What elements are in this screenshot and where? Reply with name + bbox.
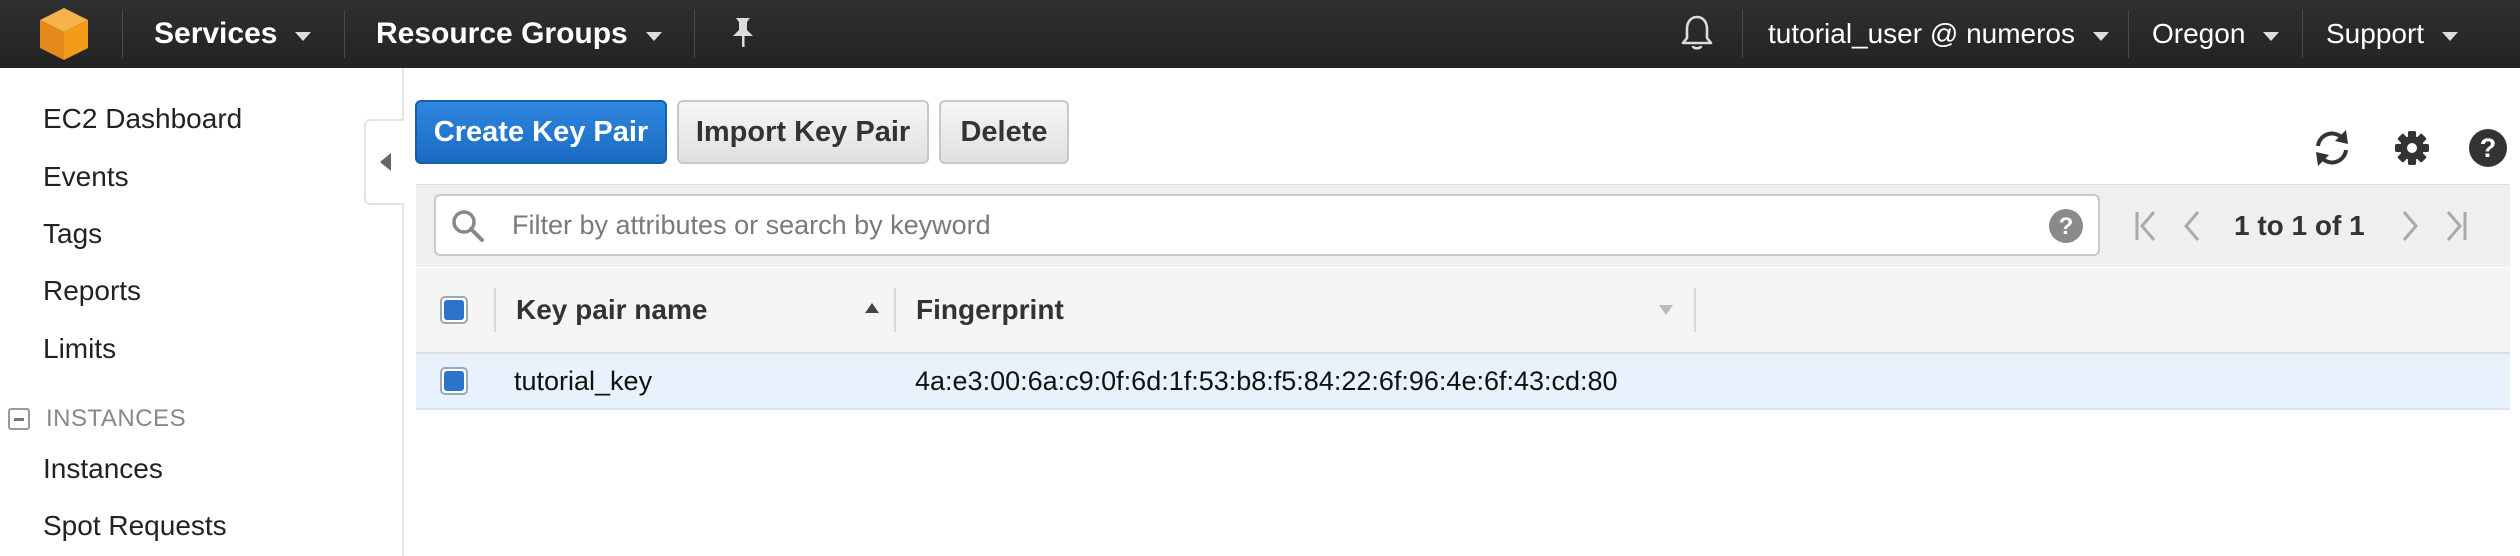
support-label: Support xyxy=(2326,18,2425,49)
sidebar-item-reports[interactable]: Reports xyxy=(43,275,141,307)
chevron-down-icon xyxy=(2263,31,2280,41)
help-icon[interactable]: ? xyxy=(2048,208,2084,244)
pin-icon[interactable] xyxy=(728,16,758,48)
gear-icon[interactable] xyxy=(2390,126,2434,170)
services-label: Services xyxy=(154,17,278,50)
key-pair-name-cell: tutorial_key xyxy=(514,365,653,396)
search-icon xyxy=(452,210,484,242)
last-page-icon[interactable] xyxy=(2440,209,2470,243)
next-page-icon[interactable] xyxy=(2398,209,2422,243)
divider xyxy=(2302,10,2303,58)
resource-groups-label: Resource Groups xyxy=(376,17,628,50)
resource-groups-menu[interactable]: Resource Groups xyxy=(376,0,662,68)
sidebar-section-title: INSTANCES xyxy=(46,405,187,432)
pagination-label: 1 to 1 of 1 xyxy=(2234,210,2365,241)
account-menu[interactable]: tutorial_user @ numeros xyxy=(1768,0,2110,68)
table-header: Key pair name Fingerprint xyxy=(416,268,2510,354)
sort-descending-icon[interactable] xyxy=(1658,304,1674,316)
services-menu[interactable]: Services xyxy=(154,0,312,68)
top-navigation-bar: Services Resource Groups tutorial_user @… xyxy=(0,0,2520,68)
import-key-pair-button[interactable]: Import Key Pair xyxy=(677,100,929,164)
divider xyxy=(344,10,345,58)
divider xyxy=(694,10,695,58)
sort-ascending-icon[interactable] xyxy=(864,302,880,314)
bell-icon[interactable] xyxy=(1680,14,1714,52)
sidebar-item-instances[interactable]: Instances xyxy=(43,453,163,485)
chevron-down-icon xyxy=(2093,31,2110,41)
sidebar: EC2 Dashboard Events Tags Reports Limits… xyxy=(0,68,404,556)
fingerprint-cell: 4a:e3:00:6a:c9:0f:6d:1f:53:b8:f5:84:22:6… xyxy=(915,365,1618,396)
column-divider xyxy=(494,288,496,332)
region-label: Oregon xyxy=(2152,18,2246,49)
sidebar-item-spot-requests[interactable]: Spot Requests xyxy=(43,510,227,542)
help-icon[interactable]: ? xyxy=(2466,126,2510,170)
column-divider xyxy=(1694,288,1696,332)
chevron-down-icon xyxy=(2442,31,2459,41)
collapse-section-icon[interactable] xyxy=(8,408,30,430)
divider xyxy=(1742,10,1743,58)
filter-bar: Filter by attributes or search by keywor… xyxy=(416,184,2510,267)
aws-logo-icon[interactable] xyxy=(38,6,90,62)
chevron-down-icon xyxy=(645,31,662,41)
region-menu[interactable]: Oregon xyxy=(2152,0,2280,68)
divider xyxy=(122,10,123,58)
sidebar-item-tags[interactable]: Tags xyxy=(43,218,102,250)
divider xyxy=(2128,10,2129,58)
search-placeholder: Filter by attributes or search by keywor… xyxy=(512,209,991,240)
column-divider xyxy=(894,288,896,332)
column-header-key-pair-name[interactable]: Key pair name xyxy=(516,268,707,352)
sidebar-item-events[interactable]: Events xyxy=(43,161,129,193)
sidebar-item-limits[interactable]: Limits xyxy=(43,333,116,365)
row-checkbox[interactable] xyxy=(440,367,468,395)
account-label: tutorial_user @ numeros xyxy=(1768,18,2076,49)
search-input[interactable]: Filter by attributes or search by keywor… xyxy=(434,194,2100,256)
support-menu[interactable]: Support xyxy=(2326,0,2459,68)
previous-page-icon[interactable] xyxy=(2180,209,2204,243)
svg-text:?: ? xyxy=(2059,213,2074,240)
first-page-icon[interactable] xyxy=(2132,209,2162,243)
column-header-fingerprint[interactable]: Fingerprint xyxy=(916,268,1064,352)
table-row[interactable]: tutorial_key 4a:e3:00:6a:c9:0f:6d:1f:53:… xyxy=(416,354,2510,410)
collapse-sidebar-button[interactable] xyxy=(364,119,404,205)
sidebar-item-ec2-dashboard[interactable]: EC2 Dashboard xyxy=(43,103,242,135)
refresh-icon[interactable] xyxy=(2310,126,2354,170)
select-all-checkbox[interactable] xyxy=(440,296,468,324)
sidebar-section-instances[interactable]: INSTANCES xyxy=(8,405,186,433)
delete-button[interactable]: Delete xyxy=(939,100,1069,164)
chevron-down-icon xyxy=(295,31,312,41)
chevron-left-icon xyxy=(379,153,391,171)
create-key-pair-button[interactable]: Create Key Pair xyxy=(415,100,667,164)
svg-text:?: ? xyxy=(2480,133,2497,163)
